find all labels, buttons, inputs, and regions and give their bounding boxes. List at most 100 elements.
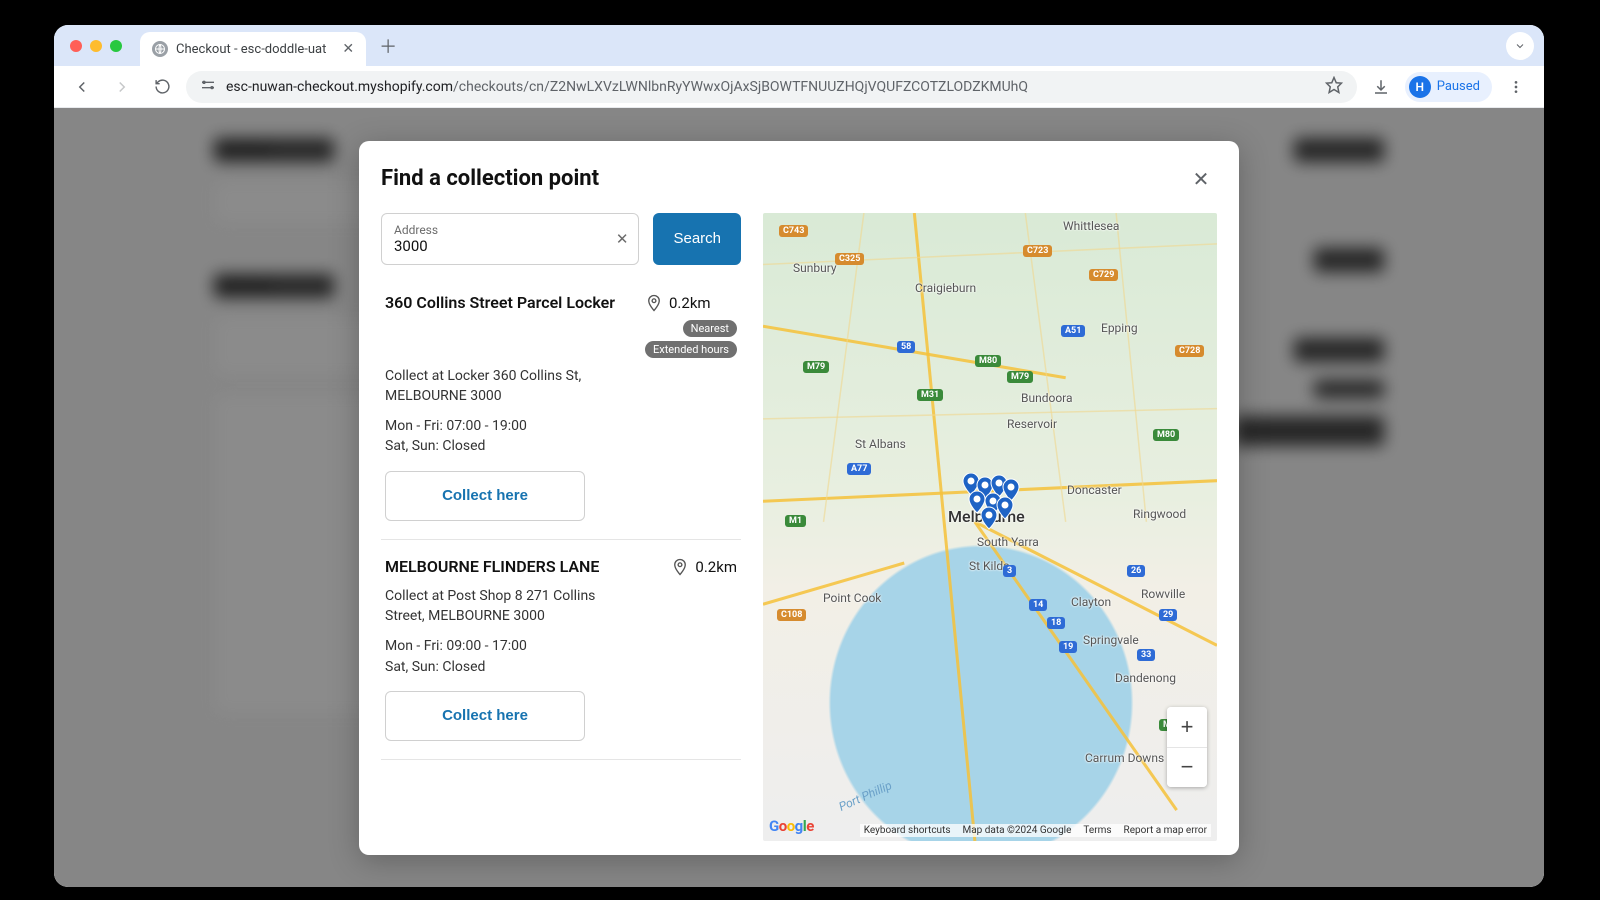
map-shield: 3 bbox=[1003, 565, 1016, 577]
window-close-button[interactable] bbox=[70, 40, 82, 52]
map-zoom-in-button[interactable]: + bbox=[1167, 707, 1207, 747]
map-terms-link[interactable]: Terms bbox=[1083, 825, 1111, 836]
result-distance: 0.2km bbox=[671, 556, 737, 578]
address-clear-button[interactable]: ✕ bbox=[616, 230, 629, 248]
map-zoom-controls: + − bbox=[1167, 707, 1207, 787]
map-shield: A77 bbox=[847, 463, 871, 475]
map-label: Craigieburn bbox=[915, 281, 976, 295]
map-label: Reservoir bbox=[1007, 417, 1057, 431]
map-shield: C743 bbox=[779, 225, 808, 237]
tab-close-button[interactable]: ✕ bbox=[342, 41, 354, 57]
map[interactable]: Whittlesea Bundoora Reservoir Epping Cra… bbox=[763, 213, 1217, 841]
url-text: esc-nuwan-checkout.myshopify.com/checkou… bbox=[226, 79, 1028, 95]
browser-menu-button[interactable] bbox=[1500, 71, 1532, 103]
map-shield: 18 bbox=[1047, 617, 1065, 629]
collection-point-modal: Find a collection point ✕ Address 3000 ✕… bbox=[359, 141, 1239, 855]
location-pin-icon bbox=[671, 556, 689, 578]
modal-close-button[interactable]: ✕ bbox=[1185, 163, 1217, 195]
back-button[interactable] bbox=[66, 71, 98, 103]
site-settings-icon[interactable] bbox=[200, 77, 216, 97]
map-shield: 29 bbox=[1159, 609, 1177, 621]
profile-status-label: Paused bbox=[1437, 79, 1480, 94]
map-attribution: Map data ©2024 Google bbox=[963, 825, 1072, 836]
map-shield: 58 bbox=[897, 341, 915, 353]
google-logo: Google bbox=[769, 817, 814, 835]
result-name: 360 Collins Street Parcel Locker bbox=[385, 292, 635, 358]
map-shield: M80 bbox=[975, 355, 1001, 367]
map-shield: A51 bbox=[1061, 325, 1085, 337]
results-list[interactable]: 360 Collins Street Parcel Locker 0.2km N… bbox=[381, 275, 741, 841]
map-report-link[interactable]: Report a map error bbox=[1124, 825, 1207, 836]
bookmark-icon[interactable] bbox=[1325, 76, 1343, 98]
tab-favicon bbox=[152, 41, 168, 57]
search-button[interactable]: Search bbox=[653, 213, 741, 265]
profile-avatar: H bbox=[1409, 76, 1431, 98]
forward-button[interactable] bbox=[106, 71, 138, 103]
window-controls bbox=[70, 40, 122, 52]
map-pin-icon bbox=[997, 497, 1013, 519]
tab-strip: Checkout - esc-doddle-uat ✕ ＋ bbox=[54, 25, 1544, 66]
address-input-value: 3000 bbox=[394, 237, 626, 255]
page-viewport: Contact Delivery Find a collection p bbox=[54, 108, 1544, 887]
map-label: Sunbury bbox=[793, 261, 837, 275]
map-shield: C728 bbox=[1175, 345, 1204, 357]
result-hours: Mon - Fri: 07:00 - 19:00 Sat, Sun: Close… bbox=[385, 416, 737, 457]
result-tag: Extended hours bbox=[645, 341, 737, 358]
map-shield: 26 bbox=[1127, 565, 1145, 577]
address-input-label: Address bbox=[394, 223, 626, 237]
map-shield: M79 bbox=[1007, 371, 1033, 383]
browser-tab[interactable]: Checkout - esc-doddle-uat ✕ bbox=[140, 32, 366, 66]
browser-toolbar: esc-nuwan-checkout.myshopify.com/checkou… bbox=[54, 66, 1544, 108]
result-item: MELBOURNE FLINDERS LANE 0.2km Collect at… bbox=[381, 540, 741, 760]
result-address: Collect at Locker 360 Collins St, MELBOU… bbox=[385, 366, 615, 407]
address-input-wrapper[interactable]: Address 3000 ✕ bbox=[381, 213, 639, 265]
results-panel: Address 3000 ✕ Search 360 Collins Street… bbox=[381, 213, 741, 841]
map-pin-icon bbox=[981, 507, 997, 529]
map-shield: M1 bbox=[785, 515, 806, 527]
result-distance: 0.2km bbox=[645, 292, 737, 314]
modal-title: Find a collection point bbox=[381, 166, 599, 191]
map-shield: C723 bbox=[1023, 245, 1052, 257]
window-minimize-button[interactable] bbox=[90, 40, 102, 52]
map-label: Point Cook bbox=[823, 591, 881, 605]
map-label: Carrum Downs bbox=[1085, 751, 1164, 765]
map-label: Clayton bbox=[1071, 595, 1111, 609]
map-keyboard-shortcuts-link[interactable]: Keyboard shortcuts bbox=[864, 825, 951, 836]
browser-window: Checkout - esc-doddle-uat ✕ ＋ esc-nuwan-… bbox=[54, 25, 1544, 887]
map-shield: 33 bbox=[1137, 649, 1155, 661]
map-shield: 14 bbox=[1029, 599, 1047, 611]
result-hours: Mon - Fri: 09:00 - 17:00 Sat, Sun: Close… bbox=[385, 636, 737, 677]
downloads-button[interactable] bbox=[1365, 71, 1397, 103]
map-label: St Albans bbox=[855, 437, 906, 451]
result-address: Collect at Post Shop 8 271 Collins Stree… bbox=[385, 586, 615, 627]
map-zoom-out-button[interactable]: − bbox=[1167, 747, 1207, 787]
result-tag: Nearest bbox=[683, 320, 737, 337]
map-shield: M79 bbox=[803, 361, 829, 373]
window-zoom-button[interactable] bbox=[110, 40, 122, 52]
location-pin-icon bbox=[645, 292, 663, 314]
map-label: Bundoora bbox=[1021, 391, 1073, 405]
map-label: Springvale bbox=[1083, 633, 1139, 647]
map-shield: C108 bbox=[777, 609, 806, 621]
map-shield: M80 bbox=[1153, 429, 1179, 441]
result-name: MELBOURNE FLINDERS LANE bbox=[385, 556, 661, 578]
map-shield: M31 bbox=[917, 389, 943, 401]
new-tab-button[interactable]: ＋ bbox=[374, 32, 402, 60]
map-shield: C325 bbox=[835, 253, 864, 265]
tab-title: Checkout - esc-doddle-uat bbox=[176, 42, 326, 57]
map-label: Dandenong bbox=[1115, 671, 1176, 685]
address-bar[interactable]: esc-nuwan-checkout.myshopify.com/checkou… bbox=[186, 71, 1357, 103]
map-label: Epping bbox=[1101, 321, 1138, 335]
reload-button[interactable] bbox=[146, 71, 178, 103]
profile-chip[interactable]: H Paused bbox=[1405, 72, 1492, 102]
map-footer: Keyboard shortcuts Map data ©2024 Google… bbox=[860, 824, 1211, 837]
map-label: Whittlesea bbox=[1063, 219, 1119, 233]
collect-here-button[interactable]: Collect here bbox=[385, 691, 585, 741]
map-shield: 19 bbox=[1059, 641, 1077, 653]
collect-here-button[interactable]: Collect here bbox=[385, 471, 585, 521]
map-label: Rowville bbox=[1141, 587, 1185, 601]
tabs-dropdown-button[interactable] bbox=[1506, 32, 1534, 60]
map-shield: C729 bbox=[1089, 269, 1118, 281]
map-label: Ringwood bbox=[1133, 507, 1186, 521]
result-item: 360 Collins Street Parcel Locker 0.2km N… bbox=[381, 276, 741, 540]
